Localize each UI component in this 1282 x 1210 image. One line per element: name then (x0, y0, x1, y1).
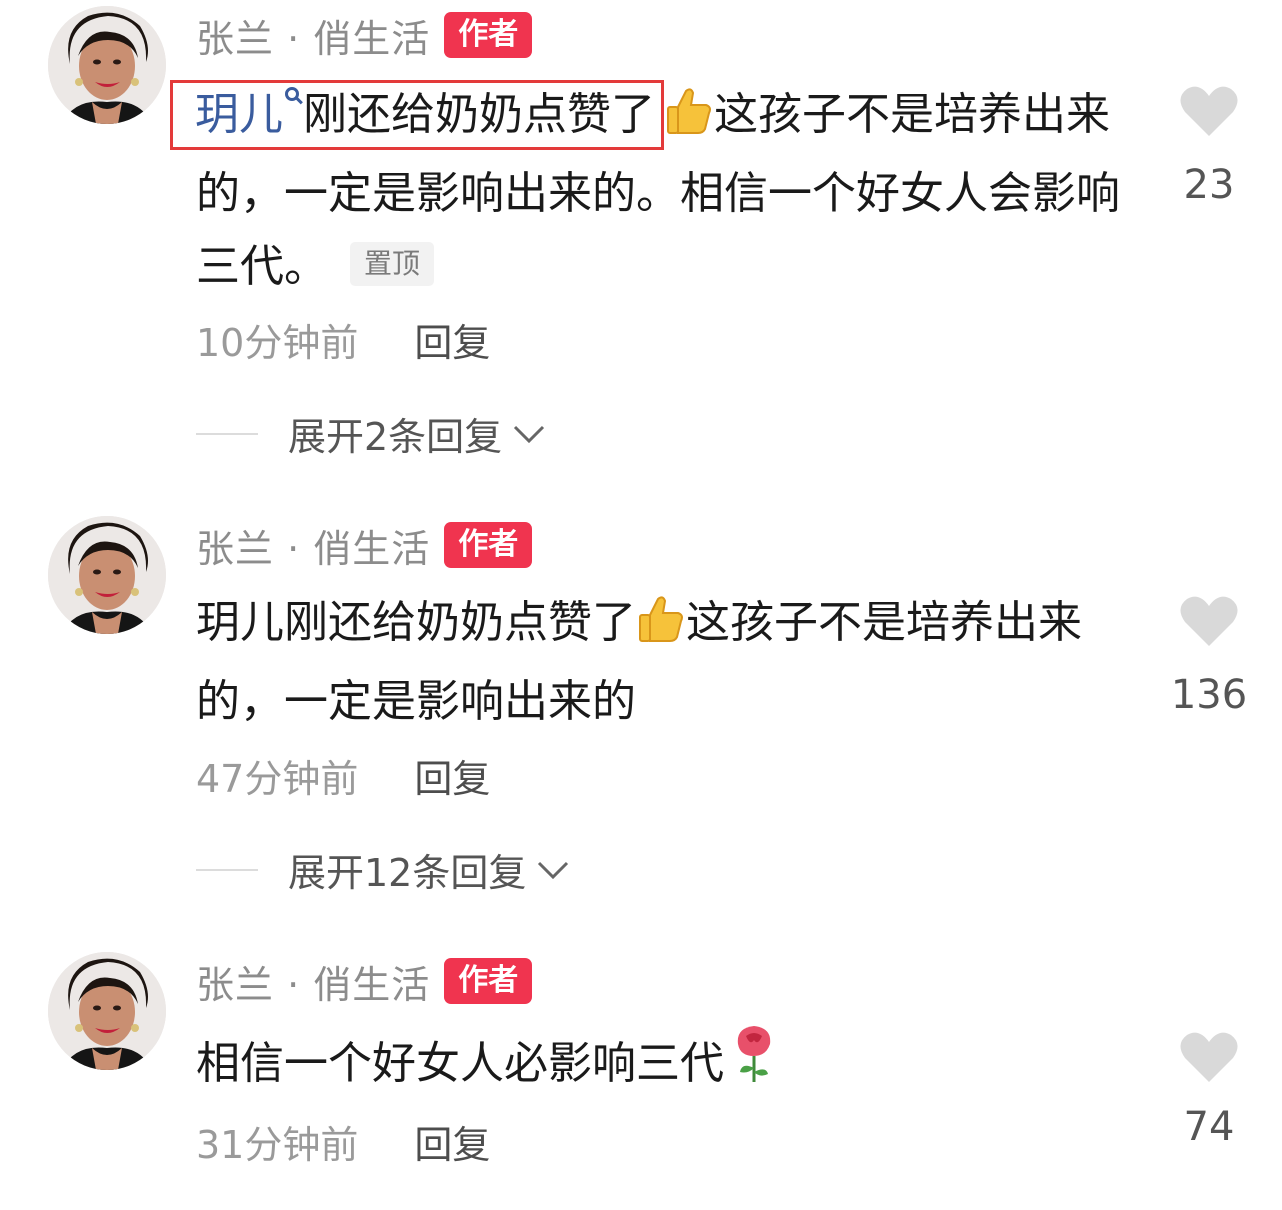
comment-text: 相信一个好女人必影响三代 (196, 1022, 1136, 1106)
avatar-image (48, 516, 166, 634)
author-badge: 作者 (444, 958, 533, 1004)
comment-header: 张兰 · 俏生活 作者 (196, 518, 533, 573)
rose-emoji (732, 1022, 776, 1106)
avatar-image (48, 6, 166, 124)
timestamp: 10分钟前 (196, 321, 359, 365)
avatar[interactable] (48, 952, 166, 1070)
thumbs-up-emoji (664, 84, 714, 157)
search-icon (285, 87, 299, 101)
comment-text-part: 玥儿刚还给奶奶点赞了 (196, 597, 636, 648)
reply-button[interactable]: 回复 (414, 1114, 490, 1169)
author-name[interactable]: 张兰 · 俏生活 (196, 954, 430, 1009)
heart-icon[interactable] (1179, 1030, 1239, 1084)
comment-header: 张兰 · 俏生活 作者 (196, 8, 533, 63)
mention-link[interactable]: 玥儿 (195, 89, 283, 140)
comment-meta: 31分钟前 回复 (196, 1114, 490, 1169)
author-badge: 作者 (444, 12, 533, 58)
highlight-box: 玥儿 刚还给奶奶点赞了 (170, 80, 664, 150)
expand-replies-button[interactable]: 展开12条回复 (196, 842, 570, 897)
comment-item: 张兰 · 俏生活 作者 相信一个好女人必影响三代 31分钟前 回复 74 (0, 946, 1282, 1210)
comment-item: 张兰 · 俏生活 作者 玥儿刚还给奶奶点赞了这孩子不是培养出来的，一定是影响出来… (0, 510, 1282, 930)
avatar[interactable] (48, 6, 166, 124)
comment-text-part: 刚还给奶奶点赞了 (303, 89, 655, 140)
like-count: 74 (1183, 1104, 1235, 1150)
comment-meta: 10分钟前 回复 (196, 312, 490, 367)
reply-button[interactable]: 回复 (414, 748, 490, 803)
comment-meta: 47分钟前 回复 (196, 748, 490, 803)
pinned-tag: 置顶 (350, 242, 435, 286)
author-name[interactable]: 张兰 · 俏生活 (196, 518, 430, 573)
comment-text: 玥儿 刚还给奶奶点赞了 这孩子不是培养出来的，一定是影响出来的。相信一个好女人会影响… (170, 78, 1136, 303)
like-count: 23 (1183, 162, 1235, 208)
divider (196, 868, 258, 871)
heart-icon[interactable] (1179, 84, 1239, 138)
thumbs-up-emoji (636, 592, 686, 665)
expand-replies-label: 展开12条回复 (288, 851, 527, 895)
chevron-down-icon (514, 425, 545, 443)
like-count: 136 (1170, 672, 1248, 718)
comment-header: 张兰 · 俏生活 作者 (196, 954, 533, 1009)
comment-item: 张兰 · 俏生活 作者 玥儿刚还给奶奶点赞了这孩子不是培养出来的，一定是影响出来… (0, 0, 1282, 490)
like-control[interactable]: 74 (1168, 1030, 1250, 1152)
chevron-down-icon (538, 861, 569, 879)
divider (196, 432, 258, 435)
comment-text-part: 相信一个好女人必影响三代 (196, 1038, 724, 1089)
expand-replies-label: 展开2条回复 (288, 415, 503, 459)
author-name[interactable]: 张兰 · 俏生活 (196, 8, 430, 63)
avatar[interactable] (48, 516, 166, 634)
comment-list: 张兰 · 俏生活 作者 玥儿 刚还给奶奶点赞了 这孩子不是培养出来的，一定是影响出来… (0, 0, 1282, 1210)
timestamp: 47分钟前 (196, 757, 359, 801)
like-control[interactable]: 136 (1168, 594, 1250, 720)
heart-icon[interactable] (1179, 594, 1239, 648)
reply-button[interactable]: 回复 (414, 312, 490, 367)
expand-replies-button[interactable]: 展开2条回复 (196, 406, 546, 461)
author-badge: 作者 (444, 522, 533, 568)
comment-text: 玥儿刚还给奶奶点赞了 这孩子不是培养出来的，一定是影响出来的 (196, 586, 1136, 738)
timestamp: 31分钟前 (196, 1123, 359, 1167)
avatar-image (48, 952, 166, 1070)
like-control[interactable]: 23 (1168, 84, 1250, 210)
